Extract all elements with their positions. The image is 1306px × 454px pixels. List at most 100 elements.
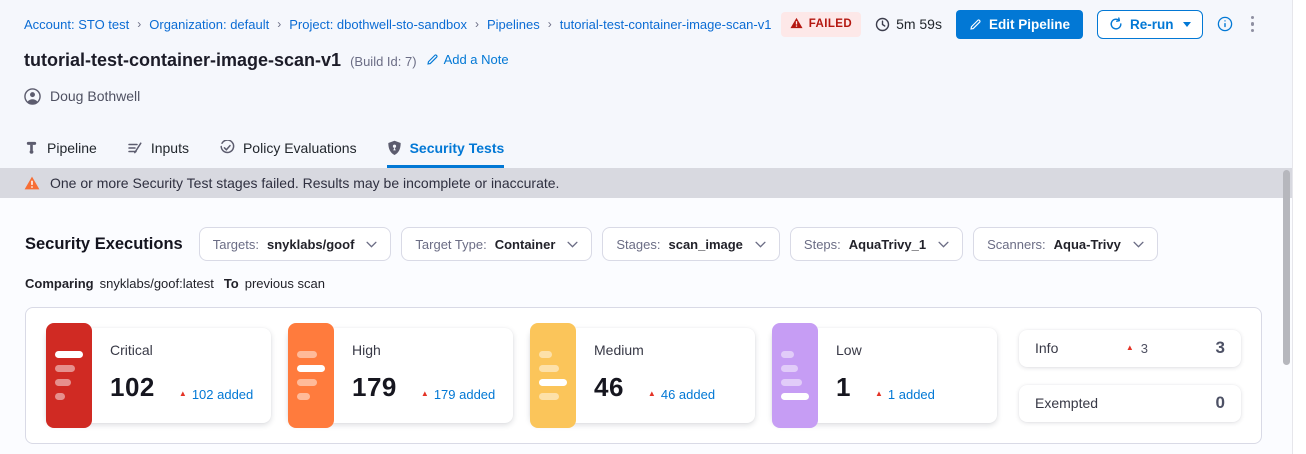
tab-bar: Pipeline Inputs Policy Evaluations Secur… [0,128,1292,168]
filter-steps[interactable]: Steps: AquaTrivy_1 [790,227,963,261]
filter-targets[interactable]: Targets: snyklabs/goof [199,227,392,261]
tab-inputs-label: Inputs [151,140,189,156]
breadcrumb-account[interactable]: Account: STO test [24,17,129,32]
filter-stages[interactable]: Stages: scan_image [602,227,780,261]
breadcrumb-separator: › [277,17,281,31]
filter-target-type[interactable]: Target Type: Container [401,227,592,261]
summary-delta-value: 3 [1141,341,1148,356]
severity-delta: ▲ 102 added [179,387,253,402]
rerun-button[interactable]: Re-run [1097,10,1203,39]
breadcrumb-organization[interactable]: Organization: default [149,17,269,32]
refresh-icon [1109,17,1123,31]
summary-card-exempted[interactable]: Exempted 0 [1019,385,1241,422]
comparing-target: snyklabs/goof:latest [100,276,214,291]
vertical-scrollbar[interactable] [1283,170,1290,365]
severity-delta: ▲ 179 added [421,387,495,402]
chevron-down-icon [1133,241,1144,248]
clock-icon [875,17,890,32]
chevron-down-icon [755,241,766,248]
warning-triangle-icon [24,176,40,190]
severity-name: Medium [594,342,741,358]
triangle-up-icon: ▲ [875,390,883,398]
comparing-line: Comparing snyklabs/goof:latest To previo… [25,276,1262,291]
edit-pipeline-button[interactable]: Edit Pipeline [956,10,1083,39]
severity-bars-icon [46,323,92,428]
duration: 5m 59s [875,16,942,32]
breadcrumb-project[interactable]: Project: dbothwell-sto-sandbox [289,17,467,32]
severity-count: 46 [594,372,624,403]
summary-count: 0 [1216,393,1225,413]
filter-label: Target Type: [415,237,486,252]
policy-check-icon [219,140,235,156]
shield-icon [387,140,402,156]
breadcrumb-separator: › [548,17,552,31]
severity-bars-icon [288,323,334,428]
triangle-up-icon: ▲ [648,390,656,398]
severity-delta-label: 102 added [192,387,253,402]
pipeline-icon [24,140,39,155]
severity-card-low[interactable]: Low 1 ▲ 1 added [772,328,997,423]
filter-label: Steps: [804,237,841,252]
severity-name: High [352,342,499,358]
comparing-to-label: To [224,276,239,291]
breadcrumb-separator: › [475,17,479,31]
severity-bars-icon [530,323,576,428]
warning-banner-message: One or more Security Test stages failed.… [50,175,559,191]
inputs-icon [127,140,143,156]
pencil-icon [969,18,982,31]
severity-card-medium[interactable]: Medium 46 ▲ 46 added [530,328,755,423]
breadcrumb-separator: › [137,17,141,31]
severity-delta-label: 179 added [434,387,495,402]
section-heading: Security Executions [25,235,183,254]
user-name: Doug Bothwell [50,88,140,104]
filter-value: Container [495,237,556,252]
scrollbar-gutter [1292,0,1306,454]
status-badge: FAILED [781,12,861,37]
more-options-menu-icon[interactable] [1247,12,1259,37]
tab-inputs[interactable]: Inputs [127,128,189,168]
summary-card-info[interactable]: Info ▲ 3 3 [1019,330,1241,367]
build-id: (Build Id: 7) [350,54,416,69]
severity-card-high[interactable]: High 179 ▲ 179 added [288,328,513,423]
filter-value: Aqua-Trivy [1054,237,1121,252]
severity-delta-label: 46 added [661,387,715,402]
tab-policy-evaluations[interactable]: Policy Evaluations [219,128,357,168]
duration-value: 5m 59s [896,16,942,32]
severity-delta: ▲ 46 added [648,387,715,402]
tab-policy-evaluations-label: Policy Evaluations [243,140,357,156]
severity-bars-icon [772,323,818,428]
user-avatar-icon [24,88,41,105]
breadcrumb-current-pipeline[interactable]: tutorial-test-container-image-scan-v1 [560,17,772,32]
filter-pills: Targets: snyklabs/goof Target Type: Cont… [199,227,1158,261]
summary-column: Info ▲ 3 3 Exempted 0 [1019,330,1241,422]
filter-value: AquaTrivy_1 [849,237,926,252]
severity-delta-label: 1 added [888,387,935,402]
filter-value: snyklabs/goof [267,237,354,252]
severity-count: 1 [836,372,851,403]
filter-label: Stages: [616,237,660,252]
tab-security-tests[interactable]: Security Tests [387,128,505,168]
filter-value: scan_image [668,237,742,252]
breadcrumb-pipelines[interactable]: Pipelines [487,17,540,32]
tab-pipeline[interactable]: Pipeline [24,128,97,168]
severity-name: Critical [110,342,257,358]
info-icon[interactable] [1217,16,1233,32]
breadcrumb: Account: STO test › Organization: defaul… [24,17,771,32]
tab-security-tests-label: Security Tests [410,140,505,156]
severity-name: Low [836,342,983,358]
add-note-label: Add a Note [444,52,509,67]
page: Account: STO test › Organization: defaul… [0,0,1292,454]
filter-label: Targets: [213,237,259,252]
pencil-icon [426,53,439,66]
severity-card-critical[interactable]: Critical 102 ▲ 102 added [46,328,271,423]
chevron-down-icon [366,241,377,248]
comparing-label: Comparing [25,276,94,291]
add-note-link[interactable]: Add a Note [426,52,509,67]
filter-scanners[interactable]: Scanners: Aqua-Trivy [973,227,1158,261]
summary-count: 3 [1216,338,1225,358]
summary-name: Exempted [1035,395,1098,411]
tab-pipeline-label: Pipeline [47,140,97,156]
filter-label: Scanners: [987,237,1046,252]
triangle-up-icon: ▲ [1126,344,1134,352]
warning-triangle-icon [790,17,803,32]
